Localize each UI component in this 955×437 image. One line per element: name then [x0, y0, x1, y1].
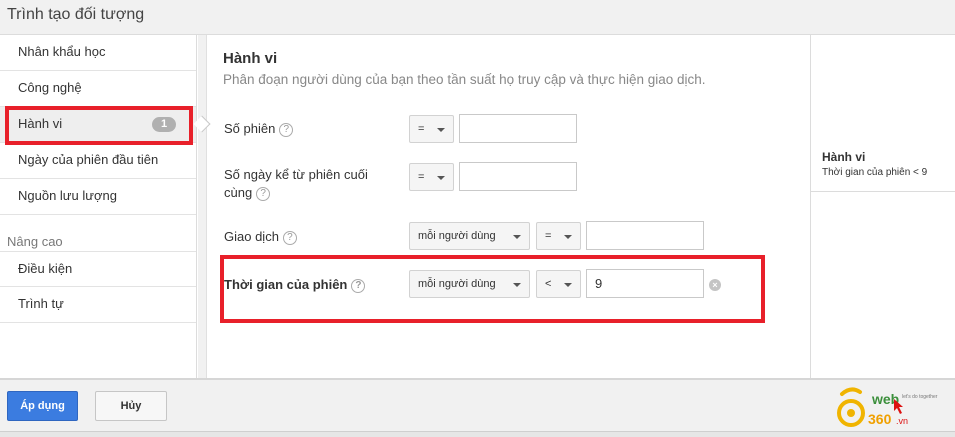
divider — [811, 191, 955, 192]
footer-scrollbar-strip — [0, 431, 955, 437]
scope-value: mỗi người dùng — [418, 230, 496, 242]
help-icon[interactable]: ? — [256, 186, 271, 201]
logo-tagline-text: let's do together — [902, 394, 938, 400]
operator-value: = — [545, 230, 552, 242]
row-label-text: Thời gian của phiên — [224, 277, 348, 292]
operator-value: = — [418, 123, 425, 135]
operator-value: = — [418, 171, 425, 183]
summary-value: Thời gian của phiên < 9 — [822, 167, 928, 178]
session-duration-scope-select[interactable]: mỗi người dùng — [409, 270, 530, 298]
sidebar-item-label: Trình tự — [18, 296, 64, 311]
chevron-down-icon — [437, 176, 445, 180]
sidebar-item-behavior[interactable]: Hành vi 1 — [0, 107, 196, 143]
sidebar-item-demographics[interactable]: Nhân khẩu học — [0, 35, 196, 71]
section-description: Phân đoạn người dùng của bạn theo tần su… — [223, 72, 706, 87]
row-label-text: Số ngày kể từ phiên cuối cùng — [224, 167, 368, 200]
page-header: Trình tạo đối tượng — [0, 0, 955, 35]
sidebar-item-label: Điều kiện — [18, 261, 73, 276]
sidebar: Nhân khẩu học Công nghệ Hành vi 1 Ngày c… — [0, 35, 197, 378]
chevron-down-icon — [437, 128, 445, 132]
section-title: Hành vi — [223, 50, 278, 67]
sidebar-item-label: Nguồn lưu lượng — [18, 188, 117, 203]
chevron-down-icon — [513, 283, 521, 287]
sidebar-item-technology[interactable]: Công nghệ — [0, 71, 196, 107]
apply-button[interactable]: Áp dụng — [7, 391, 78, 421]
summary-panel: Hành vi Thời gian của phiên < 9 — [810, 35, 955, 378]
sessions-operator-select[interactable]: = — [409, 115, 454, 143]
help-icon[interactable]: ? — [279, 122, 294, 137]
sidebar-item-label: Công nghệ — [18, 80, 82, 95]
days-operator-select[interactable]: = — [409, 163, 454, 191]
footer-bar: Áp dụng Hủy web 360 .vn let's do togethe… — [0, 378, 955, 437]
transactions-operator-select[interactable]: = — [536, 222, 581, 250]
cancel-button[interactable]: Hủy — [95, 391, 167, 421]
help-icon[interactable]: ? — [351, 278, 366, 293]
transactions-value-input[interactable] — [586, 221, 704, 250]
row-label-days-since-last-session: Số ngày kể từ phiên cuối cùng? — [224, 166, 384, 202]
chevron-down-icon — [564, 235, 572, 239]
chevron-down-icon — [513, 235, 521, 239]
session-duration-operator-select[interactable]: < — [536, 270, 581, 298]
sidebar-item-date-of-first-session[interactable]: Ngày của phiên đầu tiên — [0, 143, 196, 179]
scope-value: mỗi người dùng — [418, 278, 496, 290]
count-badge: 1 — [152, 117, 176, 132]
sidebar-item-label: Hành vi — [18, 116, 63, 131]
sidebar-item-label: Nhân khẩu học — [18, 44, 106, 59]
sidebar-item-conditions[interactable]: Điều kiện — [0, 251, 196, 287]
sidebar-item-label: Ngày của phiên đầu tiên — [18, 152, 159, 167]
days-value-input[interactable] — [459, 162, 577, 191]
sidebar-item-sequences[interactable]: Trình tự — [0, 287, 196, 323]
help-icon[interactable]: ? — [282, 230, 297, 245]
main-area: Hành vi Phân đoạn người dùng của bạn the… — [198, 35, 810, 378]
logo-number-text: 360 — [868, 411, 892, 427]
page-title: Trình tạo đối tượng — [7, 6, 145, 23]
row-label-session-duration: Thời gian của phiên? — [224, 276, 366, 294]
sessions-value-input[interactable] — [459, 114, 577, 143]
logo-suffix-text: .vn — [896, 416, 908, 426]
behavior-panel: Hành vi Phân đoạn người dùng của bạn the… — [206, 35, 810, 378]
chevron-down-icon — [564, 283, 572, 287]
summary-title: Hành vi — [822, 150, 866, 164]
row-label-sessions: Số phiên? — [224, 120, 294, 138]
clear-icon[interactable]: × — [709, 279, 721, 291]
session-duration-value-input[interactable] — [586, 269, 704, 298]
row-label-text: Giao dịch — [224, 229, 279, 244]
operator-value: < — [545, 278, 552, 290]
sidebar-item-traffic-sources[interactable]: Nguồn lưu lượng — [0, 179, 196, 215]
transactions-scope-select[interactable]: mỗi người dùng — [409, 222, 530, 250]
row-label-text: Số phiên — [224, 121, 276, 136]
web360-logo: web 360 .vn let's do together — [837, 387, 938, 427]
advanced-heading: Nâng cao — [7, 234, 63, 249]
row-label-transactions: Giao dịch? — [224, 228, 297, 246]
